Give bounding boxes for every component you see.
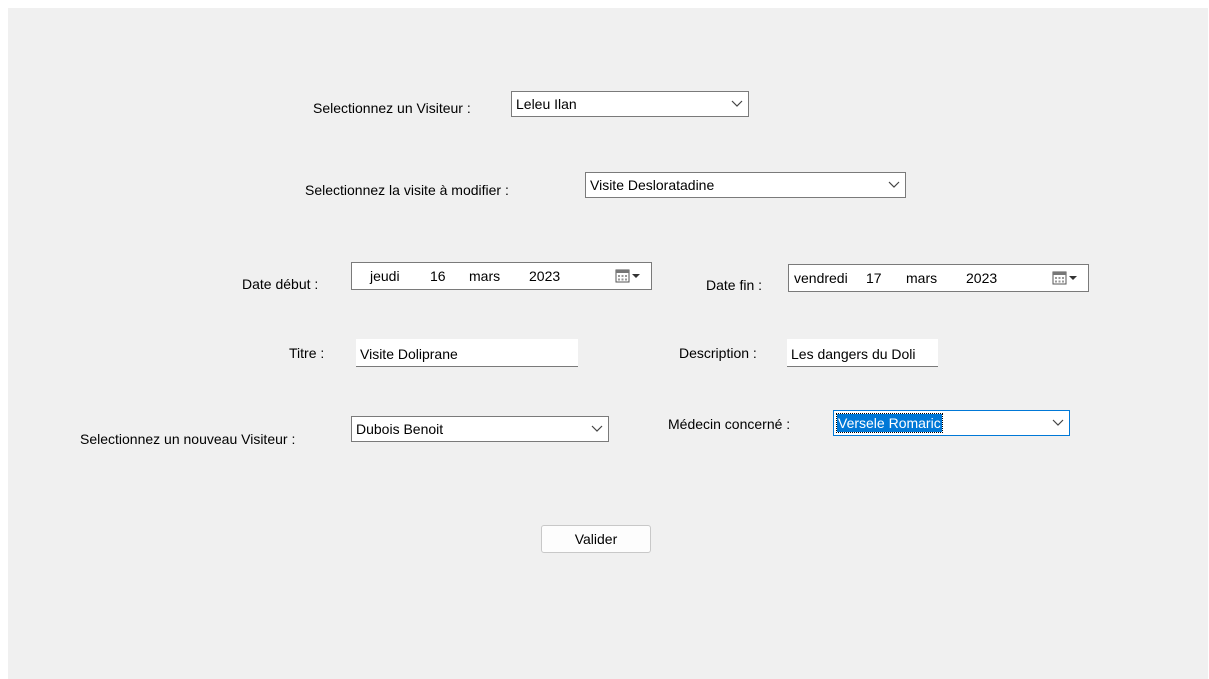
visite-select-value: Visite Desloratadine (590, 177, 715, 193)
description-input-value: Les dangers du Doli (791, 346, 916, 362)
form-window: Selectionnez un Visiteur : Leleu Ilan Se… (8, 8, 1208, 679)
calendar-icon[interactable] (1052, 270, 1082, 286)
date-fin-year: 2023 (966, 270, 998, 286)
valider-button[interactable]: Valider (541, 525, 651, 553)
titre-input-value: Visite Doliprane (360, 346, 458, 362)
visite-select[interactable]: Visite Desloratadine (585, 172, 906, 198)
date-debut-day: 16 (430, 268, 446, 284)
description-input[interactable]: Les dangers du Doli (787, 339, 938, 367)
titre-input[interactable]: Visite Doliprane (356, 339, 578, 367)
date-debut-month: mars (469, 268, 501, 284)
date-fin-weekday: vendredi (794, 270, 848, 286)
date-debut-year: 2023 (529, 268, 561, 284)
calendar-icon[interactable] (615, 268, 645, 284)
medecin-select-value: Versele Romaric (836, 413, 943, 433)
date-fin-picker[interactable]: vendredi 17 mars 2023 (788, 264, 1089, 292)
date-debut-picker[interactable]: jeudi 16 mars 2023 (351, 262, 652, 290)
date-debut-label: Date début : (242, 276, 319, 292)
medecin-label: Médecin concerné : (668, 416, 791, 432)
chevron-down-icon[interactable] (1047, 411, 1069, 435)
titre-label: Titre : (289, 345, 325, 361)
nouveau-visiteur-select-value: Dubois Benoit (356, 421, 444, 437)
visite-label: Selectionnez la visite à modifier : (305, 182, 509, 198)
nouveau-visiteur-select[interactable]: Dubois Benoit (351, 416, 609, 442)
date-debut-weekday: jeudi (370, 268, 400, 284)
visiteur-select[interactable]: Leleu Ilan (511, 91, 749, 117)
date-fin-day: 17 (866, 270, 882, 286)
visiteur-select-value: Leleu Ilan (516, 96, 577, 112)
nouveau-visiteur-label: Selectionnez un nouveau Visiteur : (80, 431, 296, 447)
date-fin-label: Date fin : (706, 277, 763, 293)
chevron-down-icon[interactable] (726, 92, 748, 116)
medecin-select[interactable]: Versele Romaric (833, 410, 1070, 436)
chevron-down-icon[interactable] (586, 417, 608, 441)
visiteur-label: Selectionnez un Visiteur : (313, 100, 471, 116)
date-fin-month: mars (906, 270, 938, 286)
chevron-down-icon[interactable] (883, 173, 905, 197)
description-label: Description : (679, 345, 757, 361)
